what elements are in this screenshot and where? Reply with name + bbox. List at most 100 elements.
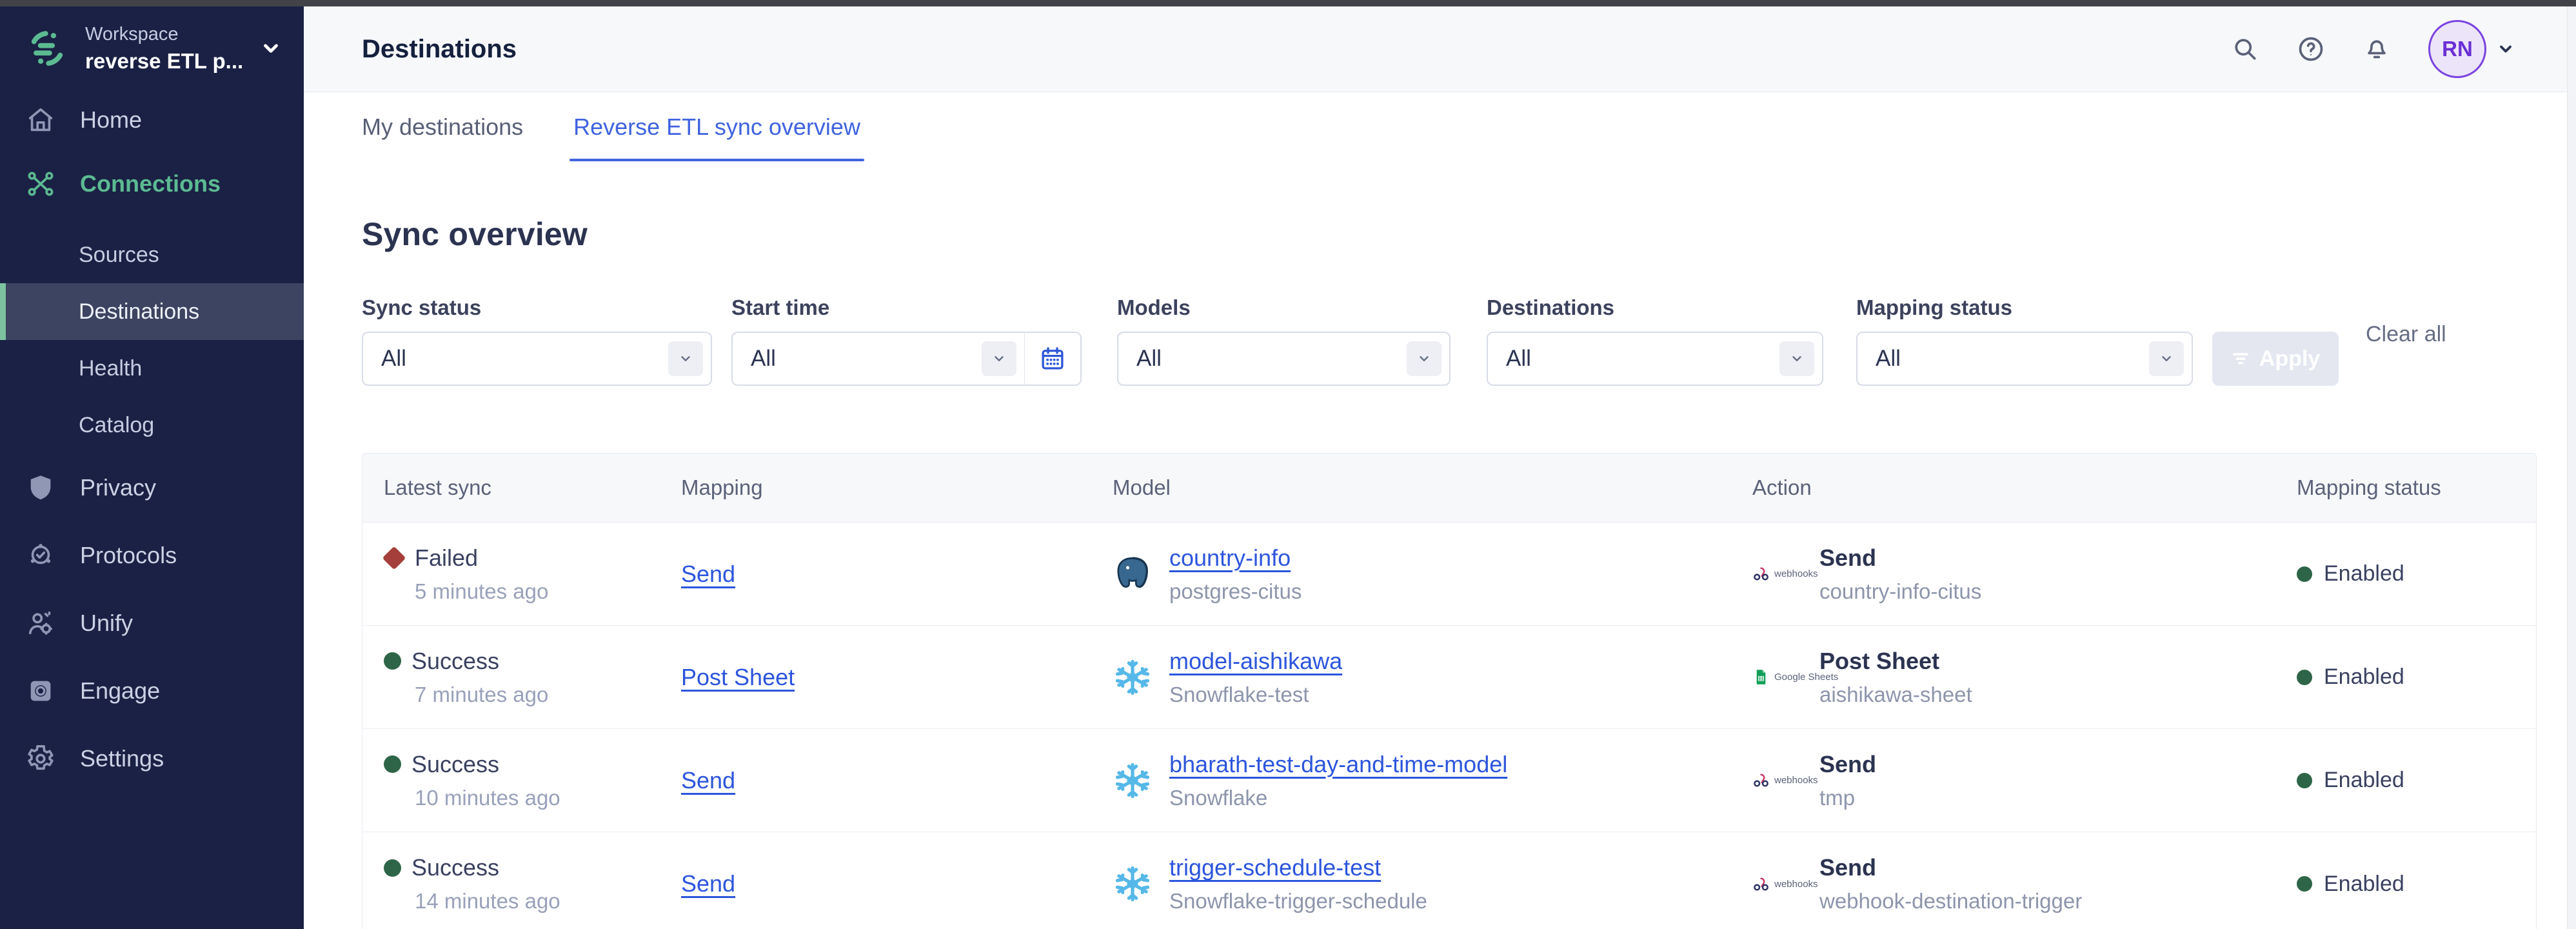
sidebar-item-engage[interactable]: Engage <box>0 657 304 724</box>
mapping-status-select[interactable]: All <box>1856 332 2193 386</box>
action-brand-label: webhooks <box>1774 568 1818 579</box>
mapping-cell: Send <box>681 832 1113 929</box>
sidebar-item-label: Health <box>79 356 142 381</box>
latest-sync-cell: Success 14 minutes ago <box>384 832 681 929</box>
filter-label: Models <box>1117 295 1451 320</box>
mapping-link[interactable]: Send <box>681 870 735 897</box>
sidebar-item-sources[interactable]: Sources <box>0 226 304 283</box>
sidebar-item-privacy[interactable]: Privacy <box>0 454 304 521</box>
apply-button-label: Apply <box>2259 346 2320 372</box>
action-destination: tmp <box>1819 786 1876 810</box>
sidebar-item-protocols[interactable]: Protocols <box>0 521 304 589</box>
select-value: All <box>381 346 406 372</box>
workspace-name: reverse ETL p... <box>85 49 243 74</box>
user-menu[interactable]: RN <box>2428 20 2515 78</box>
sidebar-item-label: Connections <box>80 170 221 197</box>
action-cell: webhooks Send webhook-destination-trigge… <box>1752 832 2297 929</box>
filter-sync-status: Sync status All <box>362 295 712 386</box>
action-name: Send <box>1819 854 2082 881</box>
sidebar-item-label: Settings <box>80 745 164 772</box>
model-link[interactable]: trigger-schedule-test <box>1169 854 1381 881</box>
mapping-link[interactable]: Post Sheet <box>681 664 795 691</box>
start-time-select[interactable]: All <box>731 332 1082 386</box>
sync-status-label: Success <box>411 648 499 675</box>
model-source: Snowflake <box>1169 786 1507 810</box>
action-destination: country-info-citus <box>1819 579 1981 604</box>
mapping-cell: Post Sheet <box>681 626 1113 728</box>
snowflake-icon <box>1113 864 1153 904</box>
mapping-status-label: Enabled <box>2324 768 2404 793</box>
search-icon[interactable] <box>2231 35 2259 63</box>
sidebar-item-label: Privacy <box>80 474 156 501</box>
chevron-down-icon <box>1407 341 1442 376</box>
help-icon[interactable] <box>2297 35 2325 63</box>
enabled-status-dot <box>2297 670 2312 685</box>
chevron-down-icon <box>668 341 703 376</box>
sidebar-item-connections[interactable]: Connections <box>0 150 304 217</box>
gear-icon <box>26 744 55 774</box>
webhooks-logo: webhooks <box>1752 875 1819 893</box>
latest-sync-cell: Failed 5 minutes ago <box>384 523 681 625</box>
filter-bar: Sync status All Start time All <box>362 295 2537 386</box>
bell-icon[interactable] <box>2363 35 2391 63</box>
window-top-edge <box>0 0 2576 6</box>
start-time-dropdown[interactable]: All <box>733 333 1024 385</box>
tab-reverse-etl-sync-overview[interactable]: Reverse ETL sync overview <box>573 92 860 161</box>
table-row: Failed 5 minutes ago Send <box>362 523 2536 626</box>
filter-mapping-status: Mapping status All <box>1856 295 2193 386</box>
action-cell: Google Sheets Post Sheet aishikawa-sheet <box>1752 626 2297 728</box>
sidebar-item-label: Protocols <box>80 542 177 569</box>
main-area: Destinations <box>304 6 2576 929</box>
table-row: Success 7 minutes ago Post Sheet <box>362 626 2536 729</box>
filter-label: Sync status <box>362 295 712 320</box>
mapping-status-cell: Enabled <box>2297 523 2536 625</box>
sync-status-label: Failed <box>415 544 478 572</box>
webhooks-logo: webhooks <box>1752 772 1819 789</box>
chevron-down-icon <box>2149 341 2184 376</box>
snowflake-icon <box>1113 761 1153 801</box>
action-name: Post Sheet <box>1819 648 1972 675</box>
action-destination: aishikawa-sheet <box>1819 683 1972 707</box>
filter-label: Mapping status <box>1856 295 2193 320</box>
success-status-icon <box>384 652 401 670</box>
action-cell: webhooks Send tmp <box>1752 729 2297 832</box>
sync-time: 14 minutes ago <box>384 889 681 914</box>
model-source: Snowflake-test <box>1169 683 1342 707</box>
success-status-icon <box>384 755 401 773</box>
sidebar-item-destinations[interactable]: Destinations <box>0 283 304 340</box>
models-select[interactable]: All <box>1117 332 1451 386</box>
sync-time: 7 minutes ago <box>384 683 681 707</box>
model-link[interactable]: model-aishikawa <box>1169 648 1342 674</box>
failed-status-icon <box>382 546 406 570</box>
mapping-link[interactable]: Send <box>681 561 735 588</box>
workspace-label: Workspace <box>85 24 243 45</box>
sidebar-item-unify[interactable]: Unify <box>0 589 304 657</box>
sidebar-item-home[interactable]: Home <box>0 90 304 150</box>
filter-start-time: Start time All <box>731 295 1082 386</box>
mapping-link[interactable]: Send <box>681 767 735 794</box>
sidebar-item-health[interactable]: Health <box>0 340 304 397</box>
sidebar-item-settings[interactable]: Settings <box>0 724 304 792</box>
filter-icon <box>2231 349 2250 368</box>
chevron-down-icon <box>1779 341 1814 376</box>
model-link[interactable]: country-info <box>1169 544 1291 571</box>
avatar[interactable]: RN <box>2428 20 2486 78</box>
apply-button[interactable]: Apply <box>2212 332 2339 386</box>
calendar-icon[interactable] <box>1025 345 1080 372</box>
select-value: All <box>751 346 776 372</box>
filter-label: Destinations <box>1487 295 1823 320</box>
mapping-status-label: Enabled <box>2324 664 2404 690</box>
sync-status-select[interactable]: All <box>362 332 712 386</box>
action-cell: webhooks Send country-info-citus <box>1752 523 2297 625</box>
destinations-select[interactable]: All <box>1487 332 1823 386</box>
sidebar-item-catalog[interactable]: Catalog <box>0 397 304 454</box>
mapping-cell: Send <box>681 523 1113 625</box>
select-value: All <box>1876 346 1901 372</box>
vertical-scrollbar[interactable] <box>2567 6 2576 929</box>
tab-my-destinations[interactable]: My destinations <box>362 92 523 161</box>
clear-all-link[interactable]: Clear all <box>2366 322 2446 347</box>
model-link[interactable]: bharath-test-day-and-time-model <box>1169 751 1507 777</box>
workspace-switcher[interactable]: Workspace reverse ETL p... <box>0 6 304 90</box>
shield-icon <box>26 473 55 503</box>
model-source: Snowflake-trigger-schedule <box>1169 889 1427 914</box>
